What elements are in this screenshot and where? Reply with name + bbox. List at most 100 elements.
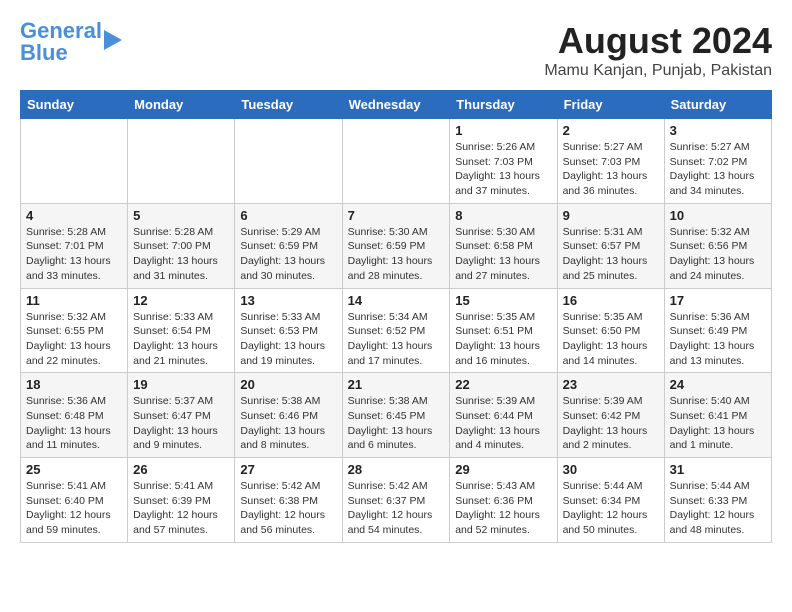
day-number: 4 xyxy=(26,208,122,223)
calendar-cell: 9Sunrise: 5:31 AM Sunset: 6:57 PM Daylig… xyxy=(557,203,664,288)
weekday-header-tuesday: Tuesday xyxy=(235,91,342,119)
day-number: 13 xyxy=(240,293,336,308)
calendar-cell: 24 Sunrise: 5:40 AM Sunset: 6:41 PM Dayli… xyxy=(664,373,771,458)
day-number: 1 xyxy=(455,123,551,138)
calendar-cell: 22 Sunrise: 5:39 AM Sunset: 6:44 PM Dayli… xyxy=(450,373,557,458)
calendar-cell: 30Sunrise: 5:44 AM Sunset: 6:34 PM Dayli… xyxy=(557,458,664,543)
calendar-cell: 4 Sunrise: 5:28 AM Sunset: 7:01 PM Daylig… xyxy=(21,203,128,288)
location-subtitle: Mamu Kanjan, Punjab, Pakistan xyxy=(544,62,772,80)
calendar-cell: 5 Sunrise: 5:28 AM Sunset: 7:00 PM Daylig… xyxy=(128,203,235,288)
calendar-cell: 17Sunrise: 5:36 AM Sunset: 6:49 PM Dayli… xyxy=(664,288,771,373)
logo-text: General Blue xyxy=(20,20,102,64)
weekday-header-row: SundayMondayTuesdayWednesdayThursdayFrid… xyxy=(21,91,772,119)
calendar-cell: 21 Sunrise: 5:38 AM Sunset: 6:45 PM Dayli… xyxy=(342,373,450,458)
day-info: Sunrise: 5:40 AM Sunset: 6:41 PM Dayligh… xyxy=(670,394,766,453)
day-info: Sunrise: 5:37 AM Sunset: 6:47 PM Dayligh… xyxy=(133,394,229,453)
calendar-week-row: 1 Sunrise: 5:26 AM Sunset: 7:03 PM Daylig… xyxy=(21,119,772,204)
calendar-cell: 11 Sunrise: 5:32 AM Sunset: 6:55 PM Dayli… xyxy=(21,288,128,373)
day-number: 6 xyxy=(240,208,336,223)
calendar-week-row: 18Sunrise: 5:36 AM Sunset: 6:48 PM Dayli… xyxy=(21,373,772,458)
day-number: 19 xyxy=(133,377,229,392)
day-number: 29 xyxy=(455,462,551,477)
day-number: 15 xyxy=(455,293,551,308)
weekday-header-friday: Friday xyxy=(557,91,664,119)
header: General Blue August 2024 Mamu Kanjan, Pu… xyxy=(20,20,772,80)
day-info: Sunrise: 5:30 AM Sunset: 6:58 PM Dayligh… xyxy=(455,225,551,284)
day-info: Sunrise: 5:35 AM Sunset: 6:51 PM Dayligh… xyxy=(455,310,551,369)
logo-blue: Blue xyxy=(20,40,68,65)
day-number: 3 xyxy=(670,123,766,138)
day-number: 7 xyxy=(348,208,445,223)
calendar-cell: 10 Sunrise: 5:32 AM Sunset: 6:56 PM Dayli… xyxy=(664,203,771,288)
day-number: 11 xyxy=(26,293,122,308)
day-number: 24 xyxy=(670,377,766,392)
day-info: Sunrise: 5:32 AM Sunset: 6:56 PM Dayligh… xyxy=(670,225,766,284)
calendar-cell xyxy=(128,119,235,204)
day-number: 10 xyxy=(670,208,766,223)
calendar-cell: 1 Sunrise: 5:26 AM Sunset: 7:03 PM Daylig… xyxy=(450,119,557,204)
day-info: Sunrise: 5:32 AM Sunset: 6:55 PM Dayligh… xyxy=(26,310,122,369)
day-number: 8 xyxy=(455,208,551,223)
weekday-header-sunday: Sunday xyxy=(21,91,128,119)
day-info: Sunrise: 5:36 AM Sunset: 6:49 PM Dayligh… xyxy=(670,310,766,369)
day-info: Sunrise: 5:42 AM Sunset: 6:38 PM Dayligh… xyxy=(240,479,336,538)
month-year-title: August 2024 xyxy=(544,20,772,62)
day-info: Sunrise: 5:38 AM Sunset: 6:46 PM Dayligh… xyxy=(240,394,336,453)
day-info: Sunrise: 5:26 AM Sunset: 7:03 PM Dayligh… xyxy=(455,140,551,199)
calendar-cell: 3 Sunrise: 5:27 AM Sunset: 7:02 PM Daylig… xyxy=(664,119,771,204)
calendar-week-row: 4 Sunrise: 5:28 AM Sunset: 7:01 PM Daylig… xyxy=(21,203,772,288)
day-info: Sunrise: 5:27 AM Sunset: 7:02 PM Dayligh… xyxy=(670,140,766,199)
title-section: August 2024 Mamu Kanjan, Punjab, Pakista… xyxy=(544,20,772,80)
calendar-cell: 31Sunrise: 5:44 AM Sunset: 6:33 PM Dayli… xyxy=(664,458,771,543)
day-info: Sunrise: 5:31 AM Sunset: 6:57 PM Dayligh… xyxy=(563,225,659,284)
calendar-cell: 18Sunrise: 5:36 AM Sunset: 6:48 PM Dayli… xyxy=(21,373,128,458)
day-info: Sunrise: 5:43 AM Sunset: 6:36 PM Dayligh… xyxy=(455,479,551,538)
calendar-cell xyxy=(21,119,128,204)
day-number: 20 xyxy=(240,377,336,392)
calendar-cell: 26 Sunrise: 5:41 AM Sunset: 6:39 PM Dayli… xyxy=(128,458,235,543)
day-number: 16 xyxy=(563,293,659,308)
day-number: 26 xyxy=(133,462,229,477)
calendar-table: SundayMondayTuesdayWednesdayThursdayFrid… xyxy=(20,90,772,543)
day-info: Sunrise: 5:28 AM Sunset: 7:00 PM Dayligh… xyxy=(133,225,229,284)
day-info: Sunrise: 5:41 AM Sunset: 6:40 PM Dayligh… xyxy=(26,479,122,538)
calendar-cell: 29 Sunrise: 5:43 AM Sunset: 6:36 PM Dayli… xyxy=(450,458,557,543)
day-number: 27 xyxy=(240,462,336,477)
calendar-cell: 16Sunrise: 5:35 AM Sunset: 6:50 PM Dayli… xyxy=(557,288,664,373)
calendar-cell: 15 Sunrise: 5:35 AM Sunset: 6:51 PM Dayli… xyxy=(450,288,557,373)
day-number: 14 xyxy=(348,293,445,308)
day-info: Sunrise: 5:27 AM Sunset: 7:03 PM Dayligh… xyxy=(563,140,659,199)
day-info: Sunrise: 5:33 AM Sunset: 6:53 PM Dayligh… xyxy=(240,310,336,369)
weekday-header-wednesday: Wednesday xyxy=(342,91,450,119)
calendar-cell: 19 Sunrise: 5:37 AM Sunset: 6:47 PM Dayli… xyxy=(128,373,235,458)
logo-arrow-icon xyxy=(104,30,122,50)
day-number: 31 xyxy=(670,462,766,477)
day-number: 22 xyxy=(455,377,551,392)
weekday-header-monday: Monday xyxy=(128,91,235,119)
calendar-cell: 25Sunrise: 5:41 AM Sunset: 6:40 PM Dayli… xyxy=(21,458,128,543)
day-number: 30 xyxy=(563,462,659,477)
day-info: Sunrise: 5:39 AM Sunset: 6:42 PM Dayligh… xyxy=(563,394,659,453)
calendar-week-row: 25Sunrise: 5:41 AM Sunset: 6:40 PM Dayli… xyxy=(21,458,772,543)
logo: General Blue xyxy=(20,20,122,64)
day-number: 28 xyxy=(348,462,445,477)
day-number: 21 xyxy=(348,377,445,392)
day-number: 12 xyxy=(133,293,229,308)
calendar-cell: 14 Sunrise: 5:34 AM Sunset: 6:52 PM Dayli… xyxy=(342,288,450,373)
day-info: Sunrise: 5:34 AM Sunset: 6:52 PM Dayligh… xyxy=(348,310,445,369)
day-number: 18 xyxy=(26,377,122,392)
calendar-cell: 12Sunrise: 5:33 AM Sunset: 6:54 PM Dayli… xyxy=(128,288,235,373)
day-info: Sunrise: 5:38 AM Sunset: 6:45 PM Dayligh… xyxy=(348,394,445,453)
day-info: Sunrise: 5:39 AM Sunset: 6:44 PM Dayligh… xyxy=(455,394,551,453)
day-info: Sunrise: 5:28 AM Sunset: 7:01 PM Dayligh… xyxy=(26,225,122,284)
calendar-cell: 2 Sunrise: 5:27 AM Sunset: 7:03 PM Daylig… xyxy=(557,119,664,204)
day-info: Sunrise: 5:42 AM Sunset: 6:37 PM Dayligh… xyxy=(348,479,445,538)
day-number: 2 xyxy=(563,123,659,138)
calendar-cell: 20 Sunrise: 5:38 AM Sunset: 6:46 PM Dayli… xyxy=(235,373,342,458)
weekday-header-saturday: Saturday xyxy=(664,91,771,119)
calendar-cell xyxy=(342,119,450,204)
calendar-cell: 7Sunrise: 5:30 AM Sunset: 6:59 PM Daylig… xyxy=(342,203,450,288)
day-info: Sunrise: 5:41 AM Sunset: 6:39 PM Dayligh… xyxy=(133,479,229,538)
calendar-cell: 27 Sunrise: 5:42 AM Sunset: 6:38 PM Dayli… xyxy=(235,458,342,543)
day-number: 5 xyxy=(133,208,229,223)
